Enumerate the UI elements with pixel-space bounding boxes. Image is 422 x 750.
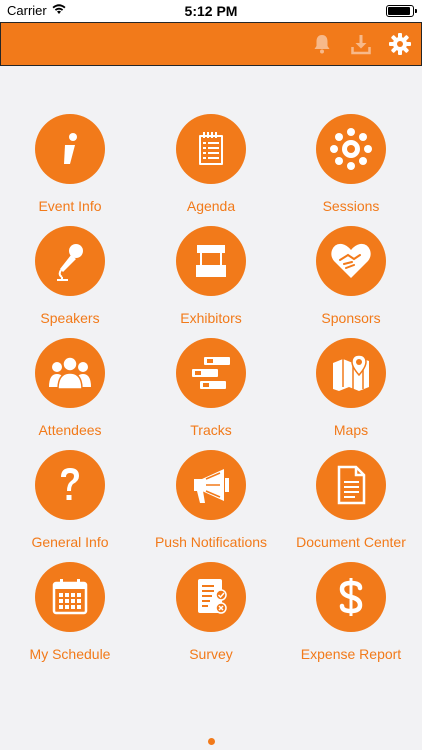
menu-item-label: Survey	[189, 646, 233, 662]
speakers-circle	[35, 226, 105, 296]
agenda-circle	[176, 114, 246, 184]
menu-item-label: Sessions	[322, 198, 380, 214]
menu-item-my-schedule[interactable]: My Schedule	[0, 562, 140, 666]
menu-item-agenda[interactable]: Agenda	[141, 114, 281, 218]
expense-report-circle	[316, 562, 386, 632]
menu-item-speakers[interactable]: Speakers	[0, 226, 140, 330]
menu-item-tracks[interactable]: Tracks	[141, 338, 281, 442]
menu-item-event-info[interactable]: Event Info	[0, 114, 140, 218]
menu-item-label: Push Notifications	[154, 534, 268, 550]
sessions-circle	[316, 114, 386, 184]
menu-item-push-notifications[interactable]: Push Notifications	[141, 450, 281, 554]
menu-item-survey[interactable]: Survey	[141, 562, 281, 666]
microphone-icon	[57, 244, 83, 281]
my-schedule-circle	[35, 562, 105, 632]
megaphone-icon	[194, 469, 229, 503]
document-icon	[337, 465, 366, 505]
tracks-circle	[176, 338, 246, 408]
survey-icon	[198, 579, 227, 614]
survey-circle	[176, 562, 246, 632]
menu-item-maps[interactable]: Maps	[281, 338, 421, 442]
question-icon	[61, 468, 79, 500]
agenda-icon	[199, 132, 223, 165]
map-icon	[333, 354, 369, 391]
dollar-icon	[339, 578, 363, 616]
info-icon	[64, 133, 77, 164]
event-info-circle	[35, 114, 105, 184]
handshake-heart-icon	[331, 243, 371, 278]
menu-item-label: Event Info	[38, 198, 102, 214]
general-info-circle	[35, 450, 105, 520]
tracks-icon	[192, 357, 230, 389]
menu-item-label: General Info	[31, 534, 109, 550]
menu-item-label: Expense Report	[300, 646, 402, 662]
menu-item-expense-report[interactable]: Expense Report	[281, 562, 421, 666]
menu-item-label: Speakers	[40, 310, 100, 326]
page-indicator-dot[interactable]	[208, 738, 215, 745]
menu-item-label: Maps	[333, 422, 369, 438]
sessions-icon	[330, 128, 372, 170]
attendees-circle	[35, 338, 105, 408]
menu-item-sponsors[interactable]: Sponsors	[281, 226, 421, 330]
menu-item-sessions[interactable]: Sessions	[281, 114, 421, 218]
exhibitors-circle	[176, 226, 246, 296]
menu-item-document-center[interactable]: Document Center	[281, 450, 421, 554]
menu-item-attendees[interactable]: Attendees	[0, 338, 140, 442]
menu-item-label: My Schedule	[29, 646, 111, 662]
menu-item-label: Exhibitors	[180, 310, 242, 326]
booth-icon	[196, 245, 226, 277]
menu-grid: Event Info Agenda Sessions Speakers Exhi…	[0, 0, 422, 750]
calendar-icon	[52, 579, 88, 615]
menu-item-label: Tracks	[190, 422, 232, 438]
document-center-circle	[316, 450, 386, 520]
menu-item-general-info[interactable]: General Info	[0, 450, 140, 554]
menu-item-label: Attendees	[38, 422, 102, 438]
menu-item-label: Sponsors	[321, 310, 381, 326]
menu-item-label: Document Center	[296, 534, 406, 550]
menu-item-exhibitors[interactable]: Exhibitors	[141, 226, 281, 330]
menu-item-label: Agenda	[186, 198, 236, 214]
push-notifications-circle	[176, 450, 246, 520]
maps-circle	[316, 338, 386, 408]
people-icon	[49, 356, 91, 390]
sponsors-circle	[316, 226, 386, 296]
